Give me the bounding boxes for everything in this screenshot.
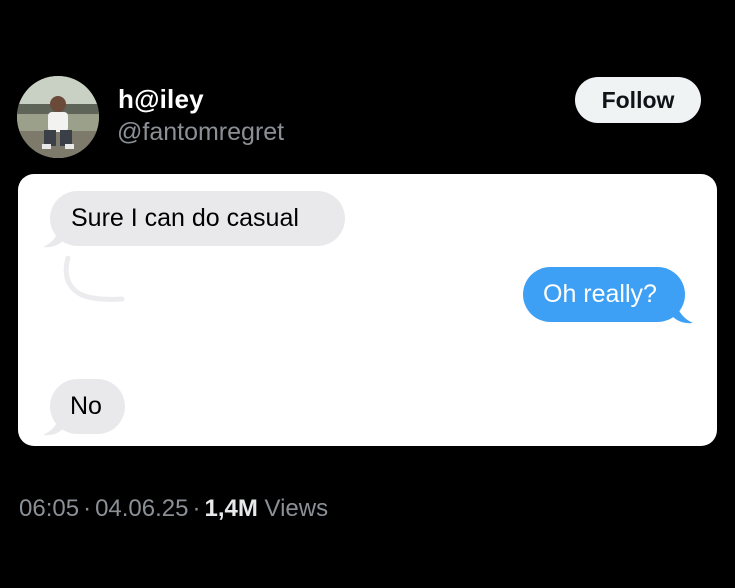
display-name[interactable]: h@iley — [118, 84, 204, 115]
chat-screenshot: Sure I can do casual Oh really? No — [18, 174, 717, 446]
post-time[interactable]: 06:05 — [19, 495, 79, 522]
post-date[interactable]: 04.06.25 — [95, 495, 188, 522]
post-metadata: 06:05 · 04.06.25 · 1,4M Views — [19, 495, 328, 523]
separator: · — [83, 495, 92, 522]
views-count[interactable]: 1,4M — [204, 495, 257, 522]
follow-button[interactable]: Follow — [575, 77, 701, 123]
avatar[interactable] — [17, 76, 99, 158]
message-bubble-incoming: No — [50, 379, 125, 434]
user-handle[interactable]: @fantomregret — [117, 118, 284, 147]
separator: · — [192, 495, 201, 522]
message-bubble-outgoing: Oh really? — [523, 267, 685, 322]
message-bubble-incoming: Sure I can do casual — [50, 191, 345, 246]
views-label[interactable]: Views — [265, 495, 329, 522]
profile-photo — [17, 76, 99, 158]
squiggle-mark — [63, 256, 125, 302]
